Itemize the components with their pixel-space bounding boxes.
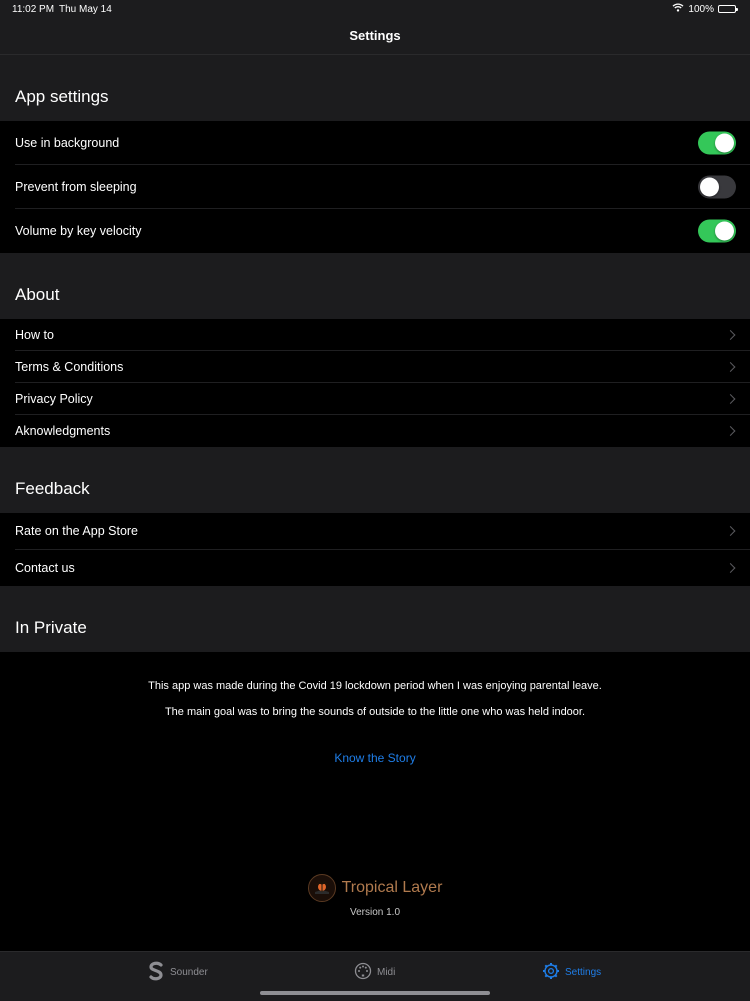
- tab-label: Midi: [377, 966, 396, 978]
- chevron-right-icon: [725, 394, 736, 404]
- section-header-feedback: Feedback: [0, 447, 750, 513]
- section-header-in-private: In Private: [0, 586, 750, 652]
- section-title: About: [15, 285, 60, 304]
- setting-volume-by-key-velocity: Volume by key velocity: [0, 209, 750, 253]
- setting-use-in-background: Use in background: [0, 121, 750, 165]
- story-paragraph-2: The main goal was to bring the sounds of…: [164, 706, 586, 718]
- in-private-body: This app was made during the Covid 19 lo…: [0, 652, 750, 950]
- tab-midi[interactable]: Midi: [354, 952, 395, 992]
- item-label: Terms & Conditions: [15, 360, 124, 374]
- setting-label: Prevent from sleeping: [15, 180, 137, 194]
- battery-icon: [718, 5, 738, 13]
- feedback-item-contact[interactable]: Contact us: [0, 549, 750, 586]
- status-date: Thu May 14: [59, 4, 112, 15]
- version-label: Version 1.0: [349, 907, 401, 918]
- tab-label: Settings: [565, 966, 602, 978]
- item-label: Rate on the App Store: [15, 524, 139, 539]
- story-paragraph-1: This app was made during the Covid 19 lo…: [148, 680, 602, 692]
- setting-label: Use in background: [15, 136, 120, 150]
- battery-percent: 100%: [688, 3, 714, 15]
- about-item-terms[interactable]: Terms & Conditions: [0, 351, 750, 383]
- brand-name: Tropical Layer: [341, 879, 443, 896]
- settings-list: App settings Use in background Prevent f…: [0, 55, 750, 950]
- setting-prevent-from-sleeping: Prevent from sleeping: [0, 165, 750, 209]
- chevron-right-icon: [725, 526, 736, 537]
- brand-block: Tropical Layer: [0, 874, 750, 902]
- item-label: Contact us: [15, 560, 75, 575]
- chevron-right-icon: [725, 562, 736, 573]
- tropical-layer-logo-icon: [307, 874, 336, 902]
- know-the-story-link[interactable]: Know the Story: [0, 751, 750, 765]
- status-right: 100%: [672, 3, 738, 15]
- item-label: Privacy Policy: [15, 392, 93, 406]
- setting-label: Volume by key velocity: [15, 224, 142, 238]
- volume-by-key-velocity-toggle[interactable]: [698, 219, 736, 243]
- use-in-background-toggle[interactable]: [698, 131, 736, 155]
- navigation-bar: Settings: [0, 18, 750, 55]
- tab-label: Sounder: [170, 966, 208, 978]
- section-header-app-settings: App settings: [0, 55, 750, 121]
- section-title: In Private: [15, 618, 87, 637]
- sounder-icon: [147, 961, 165, 984]
- home-indicator[interactable]: [260, 991, 490, 995]
- feedback-item-rate[interactable]: Rate on the App Store: [0, 513, 750, 550]
- about-item-acknowledgments[interactable]: Aknowledgments: [0, 415, 750, 447]
- about-item-privacy-policy[interactable]: Privacy Policy: [0, 383, 750, 415]
- section-header-about: About: [0, 253, 750, 319]
- status-bar: 11:02 PM Thu May 14 100%: [0, 0, 750, 18]
- chevron-right-icon: [725, 330, 736, 340]
- gear-icon: [542, 962, 560, 983]
- tab-sounder[interactable]: Sounder: [147, 952, 208, 992]
- midi-icon: [354, 962, 372, 983]
- status-time: 11:02 PM: [12, 4, 55, 15]
- tab-settings[interactable]: Settings: [542, 952, 601, 992]
- section-title: Feedback: [15, 479, 90, 498]
- item-label: Aknowledgments: [15, 424, 111, 438]
- chevron-right-icon: [725, 426, 736, 436]
- about-item-how-to[interactable]: How to: [0, 319, 750, 351]
- prevent-from-sleeping-toggle[interactable]: [698, 175, 736, 199]
- wifi-icon: [672, 3, 684, 15]
- item-label: How to: [15, 328, 54, 342]
- page-title: Settings: [349, 28, 401, 43]
- section-title: App settings: [15, 87, 109, 106]
- tab-bar: Sounder Midi Settings: [0, 951, 750, 1001]
- chevron-right-icon: [725, 362, 736, 372]
